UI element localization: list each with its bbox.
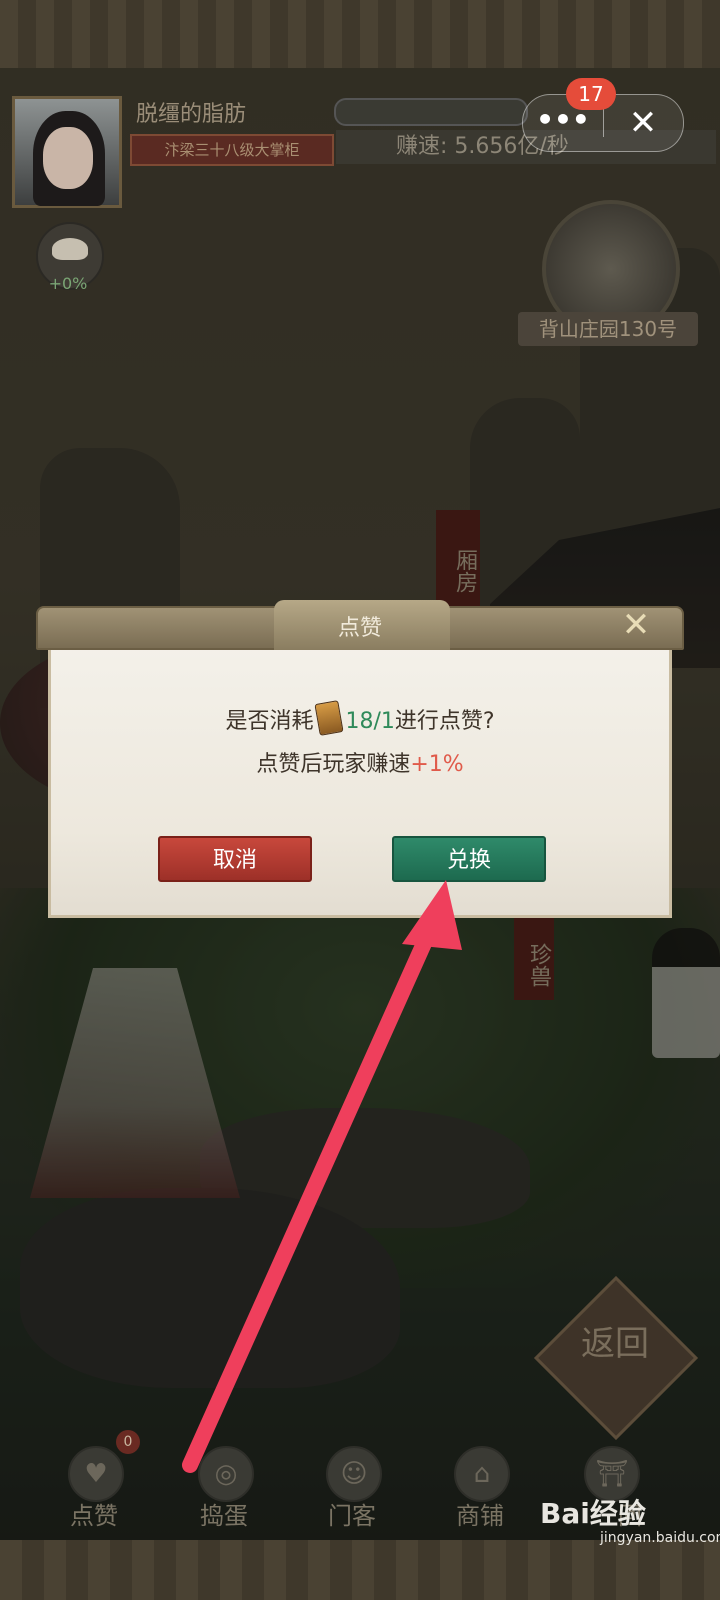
estate-label: 背山庄园130号 bbox=[518, 312, 698, 346]
nav-item-like[interactable]: ♥ 0 点赞 bbox=[44, 1430, 144, 1540]
ingot-bonus-percent: +0% bbox=[48, 274, 88, 293]
dialog-question: 是否消耗 18/1进行点赞? bbox=[36, 700, 684, 736]
swirl-icon: ◎ bbox=[198, 1446, 254, 1502]
heart-icon: ♥ bbox=[68, 1446, 124, 1502]
player-avatar[interactable] bbox=[12, 96, 122, 208]
dialog-effect: 点赞后玩家赚速+1% bbox=[36, 746, 684, 778]
player-rank: 汴梁三十八级大掌柜 bbox=[130, 134, 334, 166]
exp-bar bbox=[334, 98, 528, 126]
notification-badge: 17 bbox=[566, 78, 616, 110]
like-ticket-icon bbox=[314, 700, 345, 736]
like-count-badge: 0 bbox=[116, 1430, 140, 1454]
watermark-url: jingyan.baidu.com bbox=[600, 1530, 720, 1546]
nav-label: 捣蛋 bbox=[200, 1502, 248, 1530]
return-label: 返回 bbox=[581, 1324, 649, 1364]
close-icon[interactable]: ✕ bbox=[603, 95, 683, 151]
nav-label: 点赞 bbox=[70, 1502, 118, 1530]
guest-icon: ☺ bbox=[326, 1446, 382, 1502]
cancel-button[interactable]: 取消 bbox=[158, 836, 312, 882]
nav-label: 商铺 bbox=[456, 1502, 504, 1530]
dialog-close-icon[interactable]: ✕ bbox=[618, 608, 654, 644]
shop-icon: ⌂ bbox=[454, 1446, 510, 1502]
dialog-title: 点赞 bbox=[337, 616, 382, 641]
ticket-count: 18/1 bbox=[345, 709, 395, 734]
nav-item-prank[interactable]: ◎ 捣蛋 bbox=[174, 1440, 274, 1540]
baidu-watermark: Bai经验 bbox=[540, 1497, 646, 1530]
top-decor-band bbox=[0, 0, 720, 68]
question-prefix: 是否消耗 bbox=[225, 709, 314, 734]
like-dialog: 点赞 ✕ 是否消耗 18/1进行点赞? 点赞后玩家赚速+1% 取消 兑换 bbox=[36, 600, 684, 918]
bottom-decor-band bbox=[0, 1540, 720, 1600]
effect-value: +1% bbox=[410, 752, 464, 777]
exchange-button[interactable]: 兑换 bbox=[392, 836, 546, 882]
nav-item-shop[interactable]: ⌂ 商铺 bbox=[430, 1440, 530, 1540]
nav-label: 门客 bbox=[328, 1502, 376, 1530]
player-name: 脱缰的脂肪 bbox=[136, 102, 247, 127]
effect-text: 点赞后玩家赚速 bbox=[256, 752, 411, 777]
question-suffix: 进行点赞? bbox=[394, 709, 495, 734]
nav-item-guest[interactable]: ☺ 门客 bbox=[302, 1440, 402, 1540]
